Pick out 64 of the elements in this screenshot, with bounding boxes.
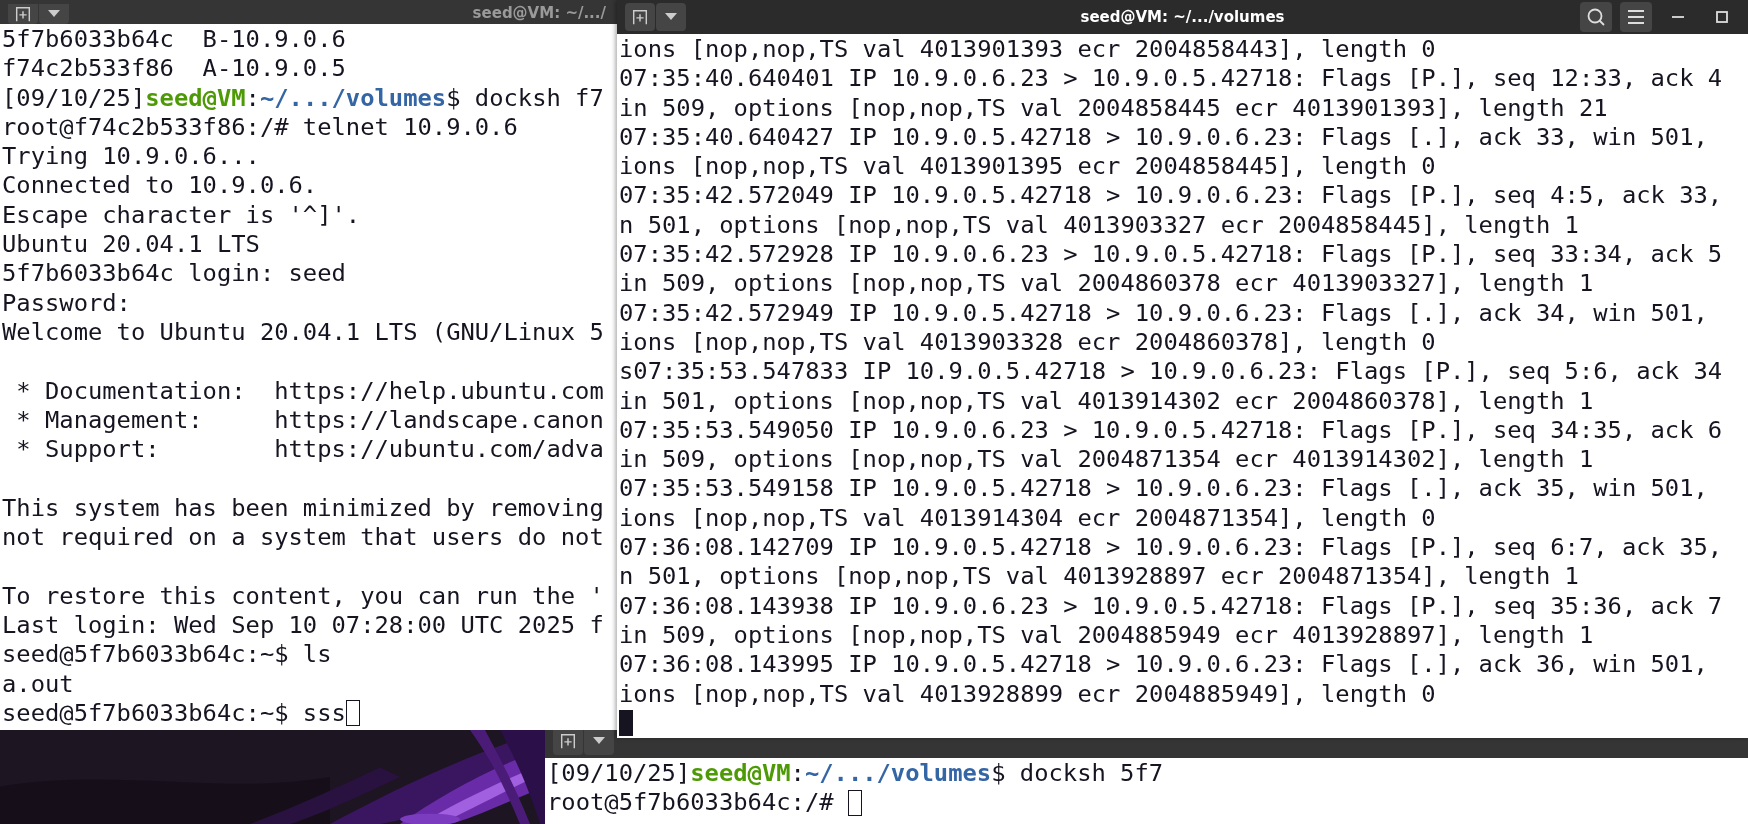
terminal-line: 07:35:40.640401 IP 10.9.0.6.23 > 10.9.0.5.42718: Flags [P.], seq 12:33, ack 4 (619, 64, 1724, 94)
terminal-line: in 509, options [nop,nop,TS val 2004885949 ecr 4013928897], length 1 (619, 620, 1595, 651)
new-tab-icon (631, 8, 649, 26)
terminal-line: ions [nop,nop,TS val 4013914304 ecr 2004871354], length 0 (619, 503, 1437, 534)
terminal-line: a.out (2, 669, 75, 699)
search-icon (1586, 7, 1606, 27)
terminal-line: * Management: https://landscape.canon (15, 405, 605, 436)
terminal-line: in 509, options [nop,nop,TS val 2004871354 ecr 4013914302], length 1 (619, 445, 1595, 475)
terminal-line: ions [nop,nop,TS val 4013903328 ecr 2004860378], length 0 (619, 327, 1437, 358)
new-tab-button[interactable] (625, 3, 655, 31)
new-tab-icon (14, 5, 32, 23)
terminal-line: Welcome to Ubuntu 20.04.1 LTS (GNU/Linux 5 (2, 317, 605, 348)
terminal-line: Escape character is '^]'. (2, 200, 362, 231)
terminal-line: seed@5f7b6033b64c:~$ ls (2, 640, 333, 670)
terminal-line: s07:35:53.547833 IP 10.9.0.5.42718 > 10.9.0.6.23: Flags [P.], seq 5:6, ack 34 (619, 357, 1724, 387)
window-title: seed@VM: ~/.../ (472, 4, 606, 22)
terminal-line: seed@5f7b6033b64c:~$ sss (2, 698, 346, 729)
terminal-line: * Documentation: https://help.ubuntu.com (15, 376, 605, 406)
terminal-line: 07:35:53.549158 IP 10.9.0.5.42718 > 10.9.0.6.23: Flags [.], ack 35, win 501, (619, 474, 1709, 504)
prompt-line: [09/10/25]seed@VM:~/.../volumes$ docksh 5f7 (547, 759, 1165, 789)
terminal-line: 07:36:08.142709 IP 10.9.0.5.42718 > 10.9.0.6.23: Flags [P.], seq 6:7, ack 35, (619, 533, 1724, 563)
caret-icon (48, 10, 60, 18)
terminal-line: 07:36:08.143995 IP 10.9.0.5.42718 > 10.9.0.6.23: Flags [.], ack 36, win 501, (619, 650, 1709, 680)
terminal-line: f74c2b533f86 A-10.9.0.5 (2, 54, 347, 84)
terminal-line: ions [nop,nop,TS val 4013901395 ecr 2004858445], length 0 (619, 152, 1437, 182)
terminal-line: n 501, options [nop,nop,TS val 4013928897 ecr 2004871354], length 1 (619, 562, 1580, 592)
terminal-line: This system has been minimized by removing (2, 493, 605, 524)
minimize-icon (1672, 15, 1684, 19)
terminal-line: not required on a system that users do not (2, 523, 605, 553)
prompt-line: [09/10/25]seed@VM:~/.../volumes$ docksh f7 (2, 83, 605, 113)
terminal-line: Trying 10.9.0.6... (2, 142, 261, 172)
terminal-line: 07:36:08.143938 IP 10.9.0.6.23 > 10.9.0.5.42718: Flags [P.], seq 35:36, ack 7 (619, 591, 1724, 621)
terminal-line: 07:35:42.572049 IP 10.9.0.5.42718 > 10.9.0.6.23: Flags [P.], seq 4:5, ack 33, (619, 181, 1724, 211)
new-tab-button[interactable] (8, 4, 38, 24)
search-button[interactable] (1580, 2, 1612, 32)
terminal-line: in 509, options [nop,nop,TS val 2004858445 ecr 4013901393], length 21 (619, 93, 1609, 123)
new-tab-icon (559, 732, 577, 750)
terminal-line: Connected to 10.9.0.6. (2, 171, 319, 201)
terminal-line: 07:35:40.640427 IP 10.9.0.5.42718 > 10.9.0.6.23: Flags [.], ack 33, win 501, (619, 122, 1709, 153)
terminal-line: ions [nop,nop,TS val 4013928899 ecr 2004885949], length 0 (619, 679, 1437, 709)
dropdown-button[interactable] (656, 3, 686, 31)
terminal-line: 07:35:53.549050 IP 10.9.0.6.23 > 10.9.0.5.42718: Flags [P.], seq 34:35, ack 6 (619, 415, 1724, 446)
terminal-line: n 501, options [nop,nop,TS val 4013903327 ecr 2004858445], length 1 (619, 210, 1580, 241)
terminal-line: ions [nop,nop,TS val 4013901393 ecr 2004858443], length 0 (619, 35, 1437, 65)
terminal-line: 07:35:42.572949 IP 10.9.0.5.42718 > 10.9.0.6.23: Flags [.], ack 34, win 501, (619, 298, 1709, 328)
terminal-line: Ubuntu 20.04.1 LTS (2, 230, 261, 260)
window-title: seed@VM: ~/.../volumes (1080, 8, 1285, 26)
maximize-icon (1716, 11, 1728, 23)
caret-icon (665, 13, 677, 21)
terminal-line: root@5f7b6033b64c:/# (547, 788, 835, 818)
terminal-line: Last login: Wed Sep 10 07:28:00 UTC 2025 f (2, 610, 605, 641)
dropdown-button[interactable] (39, 4, 69, 24)
terminal-line: 07:35:42.572928 IP 10.9.0.6.23 > 10.9.0.5.42718: Flags [P.], seq 33:34, ack 5 (619, 240, 1724, 270)
terminal-line: To restore this content, you can run the ' (2, 581, 605, 611)
terminal-line: in 509, options [nop,nop,TS val 2004860378 ecr 4013903327], length 1 (619, 269, 1595, 299)
terminal-line: in 501, options [nop,nop,TS val 4013914302 ecr 2004860378], length 1 (619, 386, 1595, 416)
terminal-line: root@f74c2b533f86:/# telnet 10.9.0.6 (2, 112, 519, 143)
terminal-line: * Support: https://ubuntu.com/adva (15, 435, 605, 465)
menu-icon (1627, 10, 1645, 24)
caret-icon (593, 737, 605, 745)
menu-button[interactable] (1620, 2, 1652, 32)
terminal-line: 5f7b6033b64c login: seed (2, 259, 347, 289)
terminal-line: 5f7b6033b64c B-10.9.0.6 (2, 25, 347, 55)
terminal-line: Password: (2, 288, 132, 318)
